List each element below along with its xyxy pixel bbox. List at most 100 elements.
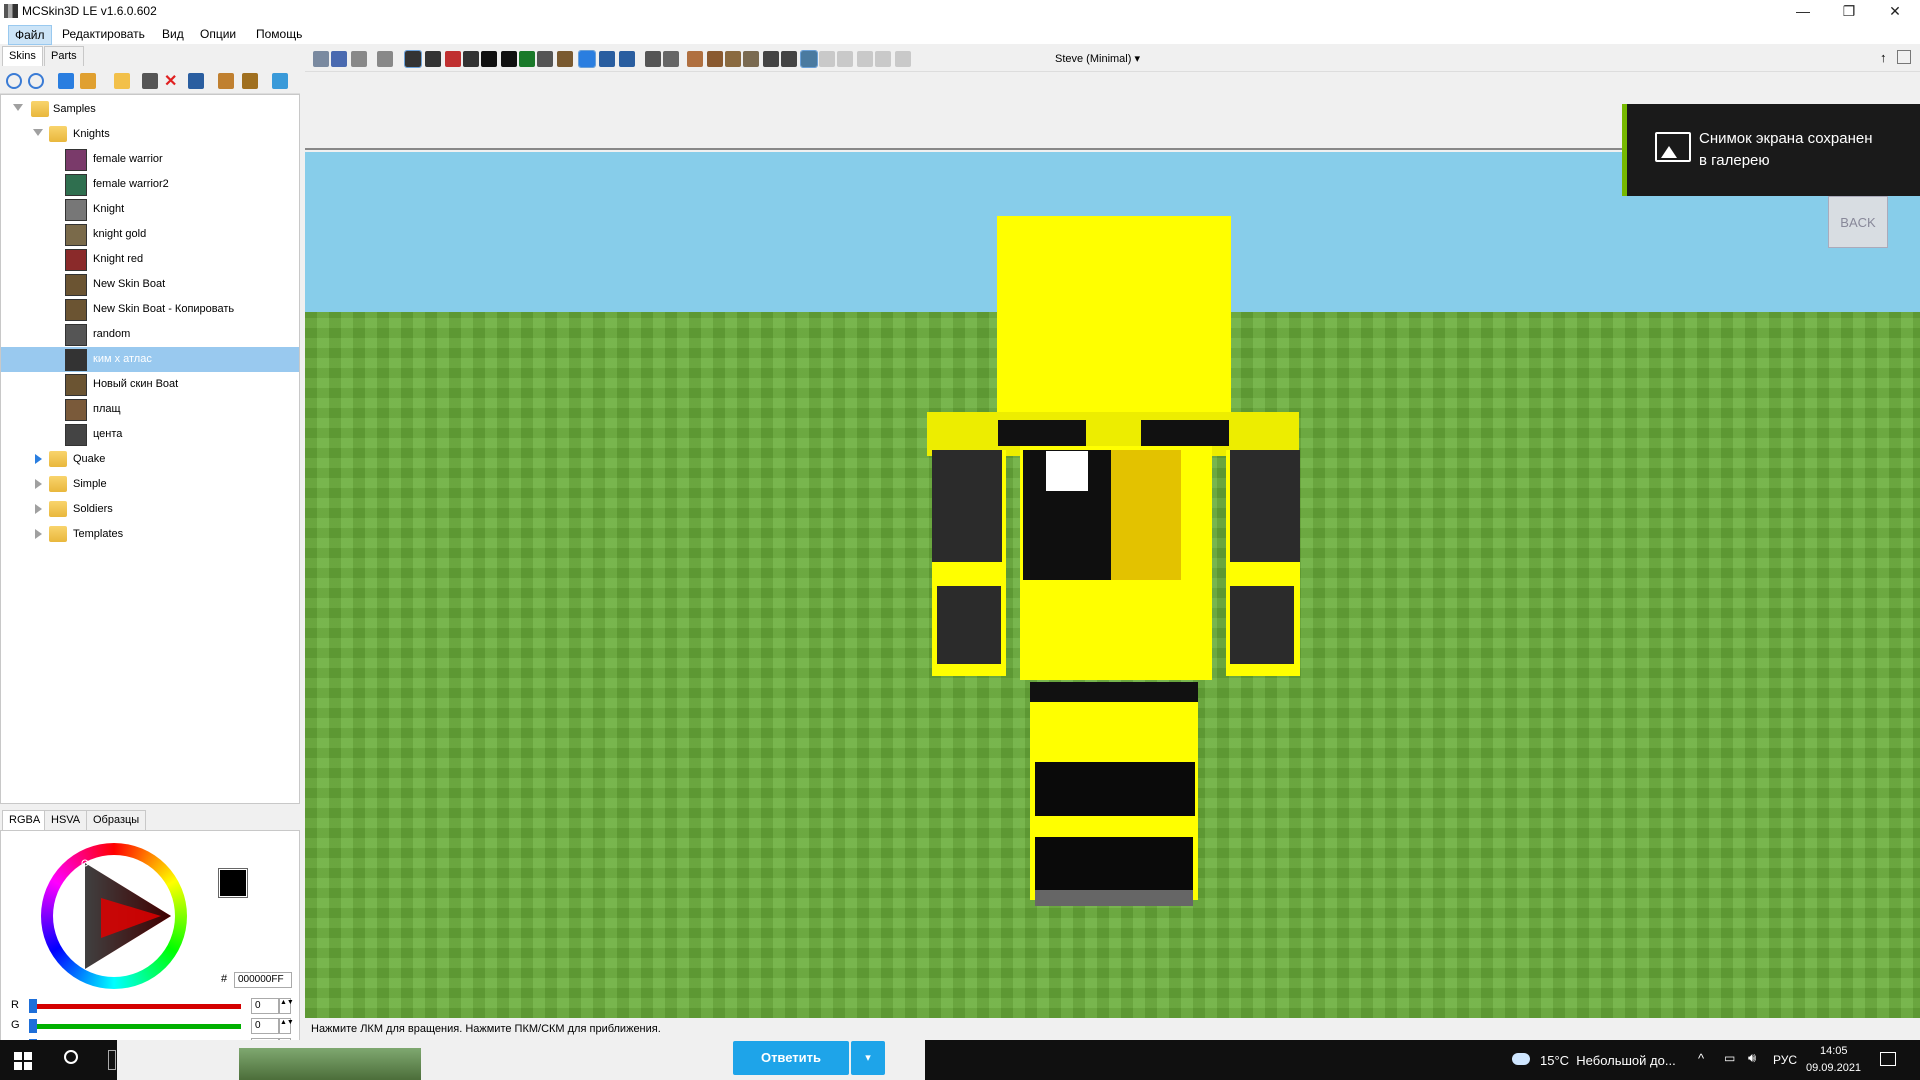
fill-icon[interactable] [519, 51, 535, 67]
brush-icon[interactable] [481, 51, 497, 67]
zoom-out-icon[interactable] [6, 73, 22, 89]
hat-icon[interactable] [819, 51, 835, 67]
slider-thumb[interactable] [29, 1019, 37, 1033]
notifications-icon[interactable] [1880, 1052, 1896, 1066]
jacket-icon[interactable] [837, 51, 853, 67]
tree-skin-item[interactable]: knight gold [1, 222, 299, 247]
channel-slider[interactable] [31, 1004, 241, 1009]
weather-text[interactable]: 15°C Небольшой до... [1540, 1053, 1676, 1068]
undo-icon[interactable] [351, 51, 367, 67]
spinner-icon[interactable]: ▲▼ [279, 998, 294, 1014]
expand-arrow-icon[interactable] [35, 504, 42, 514]
tab-parts[interactable]: Parts [44, 46, 84, 66]
tree-skin-item[interactable]: random [1, 322, 299, 347]
tree-skin-item[interactable]: плащ [1, 397, 299, 422]
channel-slider[interactable] [31, 1024, 241, 1029]
grid-icon[interactable] [218, 73, 234, 89]
tree-skin-item[interactable]: female warrior2 [1, 172, 299, 197]
clock-date[interactable]: 09.09.2021 [1806, 1062, 1861, 1074]
tree-skin-item[interactable]: цента [1, 422, 299, 447]
expand-arrow-icon[interactable] [13, 104, 23, 111]
tree-folder-item[interactable]: Simple [1, 472, 299, 497]
tree-skin-item[interactable]: Knight [1, 197, 299, 222]
tab-swatches[interactable]: Образцы [86, 810, 147, 830]
3d-viewport[interactable]: BACK [305, 72, 1920, 1018]
reply-button[interactable]: Ответить [733, 1041, 849, 1075]
tree-folder-knights[interactable]: Knights [1, 122, 299, 147]
legs-part-icon[interactable] [743, 51, 759, 67]
new-folder-icon[interactable] [114, 73, 130, 89]
overlay-icon[interactable] [800, 50, 818, 68]
minimize-button[interactable]: — [1780, 0, 1826, 22]
screenshot-notification[interactable]: Снимок экрана сохранен в галерею [1622, 104, 1920, 196]
menu-file[interactable]: Файл [8, 25, 52, 45]
shoe-icon[interactable] [895, 51, 911, 67]
reply-dropdown-icon[interactable]: ▾ [851, 1041, 885, 1075]
zoom-in-icon[interactable] [28, 73, 44, 89]
view-eye-icon[interactable] [404, 50, 422, 68]
tab-skins[interactable]: Skins [2, 46, 43, 66]
up-arrow-icon[interactable]: ↑ [1880, 50, 1887, 65]
expand-arrow-icon[interactable] [35, 529, 42, 539]
dropper-icon[interactable] [463, 51, 479, 67]
body-part-icon[interactable] [707, 51, 723, 67]
back-button[interactable]: BACK [1828, 196, 1888, 248]
tree-folder-item[interactable]: Quake [1, 447, 299, 472]
redo-icon[interactable] [377, 51, 393, 67]
pencil-icon[interactable] [425, 51, 441, 67]
tree-skin-item[interactable]: ким х атлас [1, 347, 299, 372]
expand-arrow-icon[interactable] [35, 479, 42, 489]
delete-icon[interactable]: ✕ [164, 71, 177, 91]
tray-chevron-icon[interactable]: ^ [1698, 1051, 1704, 1066]
color-triangle[interactable] [41, 843, 187, 989]
expand-arrow-icon[interactable] [33, 129, 43, 136]
search-icon[interactable] [64, 1050, 78, 1064]
noise-icon[interactable] [537, 51, 553, 67]
tree-skin-item[interactable]: New Skin Boat [1, 272, 299, 297]
tab-hsva[interactable]: HSVA [44, 810, 88, 830]
primary-color-swatch[interactable] [218, 868, 248, 898]
right-leg-icon[interactable] [781, 51, 797, 67]
tree-folder-item[interactable]: Soldiers [1, 497, 299, 522]
save-all-icon[interactable] [331, 51, 347, 67]
channel-value-input[interactable]: 0 [251, 1018, 279, 1034]
clone-icon[interactable] [188, 73, 204, 89]
arms-part-icon[interactable] [725, 51, 741, 67]
character-icon[interactable] [578, 50, 596, 68]
tree-skin-item[interactable]: New Skin Boat - Копировать [1, 297, 299, 322]
model-select[interactable]: Steve (Minimal) ▾ [1055, 52, 1140, 65]
import-icon[interactable] [58, 73, 74, 89]
rename-icon[interactable] [142, 73, 158, 89]
menu-edit[interactable]: Редактировать [56, 25, 151, 43]
upload-icon[interactable] [272, 73, 288, 89]
network-icon[interactable]: ▭ [1724, 1051, 1735, 1065]
spinner-icon[interactable]: ▲▼ [279, 1018, 294, 1034]
menu-help[interactable]: Помощь [250, 25, 308, 43]
menu-options[interactable]: Опции [194, 25, 242, 43]
axes-icon[interactable] [619, 51, 635, 67]
tree-skin-item[interactable]: Knight red [1, 247, 299, 272]
tree-skin-item[interactable]: female warrior [1, 147, 299, 172]
hex-input[interactable]: 000000FF [234, 972, 292, 988]
language-indicator[interactable]: РУС [1773, 1053, 1797, 1067]
darken-icon[interactable] [557, 51, 573, 67]
channel-value-input[interactable]: 0 [251, 998, 279, 1014]
eraser-icon[interactable] [445, 51, 461, 67]
tab-rgba[interactable]: RGBA [2, 810, 48, 830]
clock-time[interactable]: 14:05 [1820, 1045, 1848, 1057]
pants-icon[interactable] [875, 51, 891, 67]
windows-start-icon[interactable] [14, 1052, 32, 1070]
left-leg-icon[interactable] [763, 51, 779, 67]
sleeve-icon[interactable] [857, 51, 873, 67]
panel-toggle-icon[interactable] [1897, 50, 1911, 64]
thumbnail-preview[interactable] [239, 1048, 421, 1080]
maximize-button[interactable]: ❐ [1826, 0, 1872, 22]
tree-folder-item[interactable]: Templates [1, 522, 299, 547]
volume-icon[interactable]: 🔊︎ [1748, 1050, 1756, 1066]
new-skin-icon[interactable] [80, 73, 96, 89]
color-wheel[interactable] [41, 843, 187, 989]
task-view-icon[interactable] [108, 1050, 116, 1070]
head-part-icon[interactable] [687, 51, 703, 67]
close-button[interactable]: ✕ [1872, 0, 1918, 22]
tree-folder-samples[interactable]: Samples [1, 97, 299, 122]
